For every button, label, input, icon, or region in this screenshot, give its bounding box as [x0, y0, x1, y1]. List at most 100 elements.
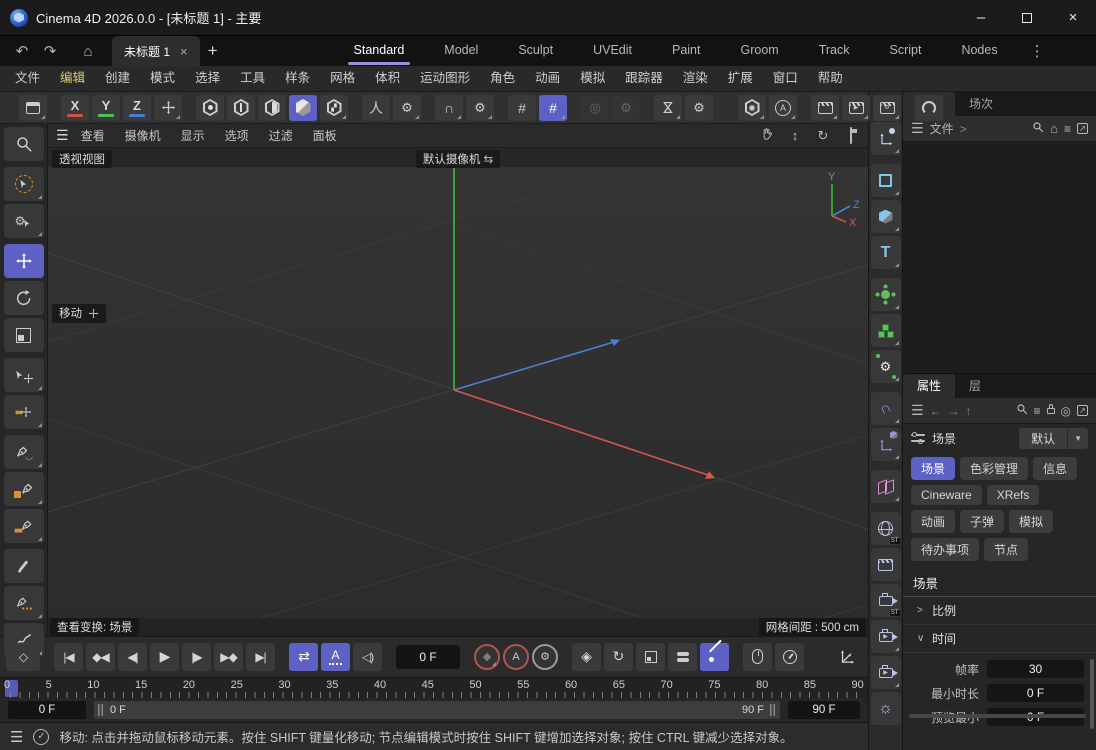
menu-item[interactable]: 跟踪器: [616, 66, 672, 91]
am-burger-icon[interactable]: ☰: [911, 402, 924, 419]
spline-rect-icon[interactable]: [871, 164, 901, 197]
edges-mode-icon[interactable]: [227, 95, 255, 121]
axis-gizmo-icon[interactable]: [154, 95, 182, 121]
preset-dropdown[interactable]: 默认 ▼: [1019, 428, 1088, 449]
workspace-tab[interactable]: Paint: [654, 36, 719, 66]
menu-item[interactable]: 扩展: [719, 66, 762, 91]
workspace-tab[interactable]: UVEdit: [575, 36, 650, 66]
attribute-category-tab[interactable]: 色彩管理: [960, 457, 1028, 480]
range-start-field[interactable]: 0 F: [8, 701, 86, 719]
object-manager-tab[interactable]: 场次: [955, 92, 1007, 116]
range-right-handle[interactable]: [770, 704, 776, 716]
attribute-category-tab[interactable]: Cineware: [911, 485, 982, 505]
key-pla-icon[interactable]: [700, 643, 729, 671]
search-icon[interactable]: [4, 127, 44, 161]
next-key-icon[interactable]: ▶◆: [214, 643, 243, 671]
autokey-bars-icon[interactable]: A: [321, 643, 350, 671]
attribute-category-tab[interactable]: 信息: [1033, 457, 1077, 480]
viewport-menu-item[interactable]: 过滤: [261, 127, 301, 144]
am-back-arrow-icon[interactable]: ←: [930, 404, 942, 418]
prev-frame-icon[interactable]: ◀|: [118, 643, 147, 671]
key-position-icon[interactable]: ◈: [572, 643, 601, 671]
scale-icon[interactable]: [4, 318, 44, 352]
viewport-menu-item[interactable]: 查看: [73, 127, 113, 144]
document-tab[interactable]: 未标题 1 ×: [112, 36, 200, 66]
attribute-manager-tab[interactable]: 属性: [903, 374, 955, 398]
autokey-record-icon[interactable]: A: [503, 644, 529, 670]
light-sun-icon[interactable]: ☼: [871, 692, 901, 725]
key-rotation-icon[interactable]: ↻: [604, 643, 633, 671]
key-scale-icon[interactable]: [636, 643, 665, 671]
axis-cube-icon[interactable]: [871, 428, 901, 461]
sound-icon[interactable]: ◁): [353, 643, 382, 671]
camera-play2-icon[interactable]: ▶: [871, 656, 901, 689]
axis-y-lock[interactable]: Y: [92, 95, 120, 121]
am-up-arrow-icon[interactable]: ↑: [966, 404, 972, 418]
camera-st-icon[interactable]: ST: [871, 584, 901, 617]
radial-settings-gear-icon[interactable]: ⚙: [612, 95, 640, 121]
om-filter-icon[interactable]: ≡: [1064, 122, 1071, 136]
preset-value[interactable]: 默认: [1019, 428, 1067, 449]
attribute-manager-tab[interactable]: 层: [955, 374, 995, 398]
menu-item[interactable]: 网格: [321, 66, 364, 91]
move-icon[interactable]: [4, 244, 44, 278]
render-settings-icon[interactable]: ⚙: [873, 95, 901, 121]
record-icon[interactable]: ◆: [474, 644, 500, 670]
field-icon[interactable]: [871, 470, 901, 503]
menu-item[interactable]: 渲染: [674, 66, 717, 91]
workspace-tab[interactable]: Model: [426, 36, 496, 66]
viewport-menu-item[interactable]: 显示: [173, 127, 213, 144]
mode-settings-gear-icon[interactable]: ⚙: [393, 95, 421, 121]
attribute-category-tab[interactable]: 待办事项: [911, 538, 979, 561]
keyframe-diamond-icon[interactable]: ◇: [6, 643, 40, 671]
am-search-icon[interactable]: [1016, 403, 1028, 418]
attribute-group-row[interactable]: > 比例: [903, 597, 1096, 625]
polygons-mode-icon[interactable]: [258, 95, 286, 121]
texture-mode-icon[interactable]: ▞: [320, 95, 348, 121]
home-icon[interactable]: ⌂: [74, 37, 102, 65]
character-mode-icon[interactable]: 人: [362, 95, 390, 121]
camera-play-icon[interactable]: ▶: [871, 620, 901, 653]
vertical-scrollbar[interactable]: [1090, 659, 1094, 729]
workspace-tab[interactable]: Track: [801, 36, 868, 66]
attribute-category-tab[interactable]: 模拟: [1009, 510, 1053, 533]
array-cubes-icon[interactable]: [871, 314, 901, 347]
menu-item[interactable]: 运动图形: [411, 66, 479, 91]
menu-item[interactable]: 体积: [366, 66, 409, 91]
viewport-canvas[interactable]: 透视视图 默认摄像机 ⇆ Y Z X: [48, 148, 868, 636]
radial-symmetry-icon[interactable]: ◎: [581, 95, 609, 121]
timeline-window-icon[interactable]: [833, 643, 862, 671]
keying-settings-icon[interactable]: ⚙: [532, 644, 558, 670]
attribute-field-value[interactable]: 0 F: [987, 684, 1084, 702]
menu-item[interactable]: 工具: [231, 66, 274, 91]
loop-icon[interactable]: ⇄: [289, 643, 318, 671]
menu-item[interactable]: 动画: [526, 66, 569, 91]
orbit-icon[interactable]: ↻: [814, 128, 832, 144]
snap-magnet-icon[interactable]: ∩: [435, 95, 463, 121]
playback-mode-icon[interactable]: [775, 643, 804, 671]
pan-hand-icon[interactable]: [758, 127, 776, 144]
symmetry-butterfly-icon[interactable]: ⋈: [654, 95, 682, 121]
timeline-ruler[interactable]: 051015202530354045505560657075808590: [0, 677, 868, 699]
current-frame-field[interactable]: 0 F: [396, 645, 460, 669]
attribute-field-value[interactable]: 30: [987, 660, 1084, 678]
stage-clapper-icon[interactable]: [871, 548, 901, 581]
spline-volume-icon[interactable]: ■■: [4, 509, 44, 543]
effector-gear-icon[interactable]: ⚙: [871, 350, 901, 383]
chevron-down-icon[interactable]: ▼: [1067, 428, 1088, 449]
viewport-solo-icon[interactable]: ◉: [738, 95, 766, 121]
rotate-icon[interactable]: [4, 281, 44, 315]
workspace-tab[interactable]: Groom: [722, 36, 796, 66]
am-lock-icon[interactable]: [1047, 408, 1055, 414]
camera-swap-icon[interactable]: ⇆: [484, 154, 494, 166]
menu-item[interactable]: 创建: [96, 66, 139, 91]
workspace-tab[interactable]: Sculpt: [500, 36, 571, 66]
viewport-burger-icon[interactable]: ☰: [56, 127, 69, 144]
menu-item[interactable]: 窗口: [764, 66, 807, 91]
am-filter-icon[interactable]: ≡: [1034, 404, 1041, 418]
sky-globe-icon[interactable]: ST: [871, 512, 901, 545]
live-selection-icon[interactable]: [4, 167, 44, 201]
om-search-icon[interactable]: [1032, 121, 1044, 136]
transfer-icon[interactable]: [4, 358, 44, 392]
interactive-render-icon[interactable]: [915, 95, 943, 121]
